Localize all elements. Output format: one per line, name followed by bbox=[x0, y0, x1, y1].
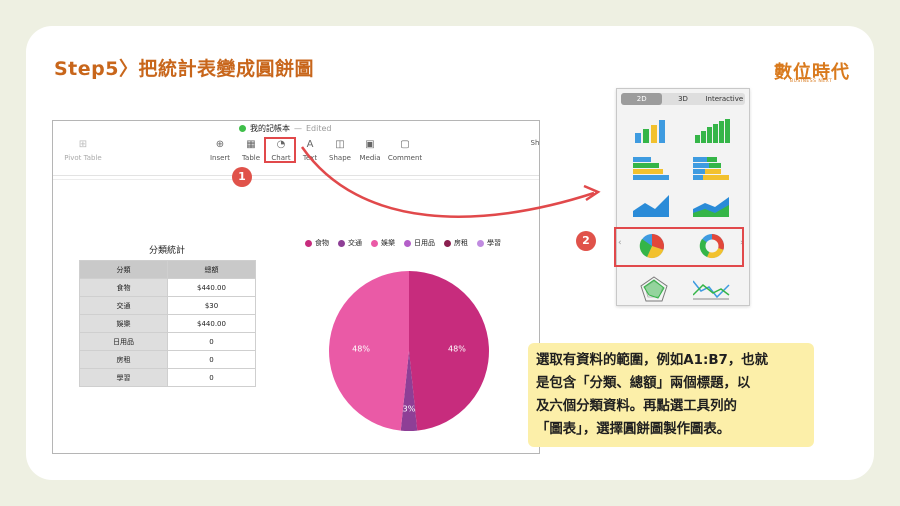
arrow-curve bbox=[300, 146, 595, 218]
instruction-callout: 選取有資料的範圍，例如A1:B7，也就 是包含「分類、總額」兩個標題，以 及六個… bbox=[528, 343, 814, 447]
